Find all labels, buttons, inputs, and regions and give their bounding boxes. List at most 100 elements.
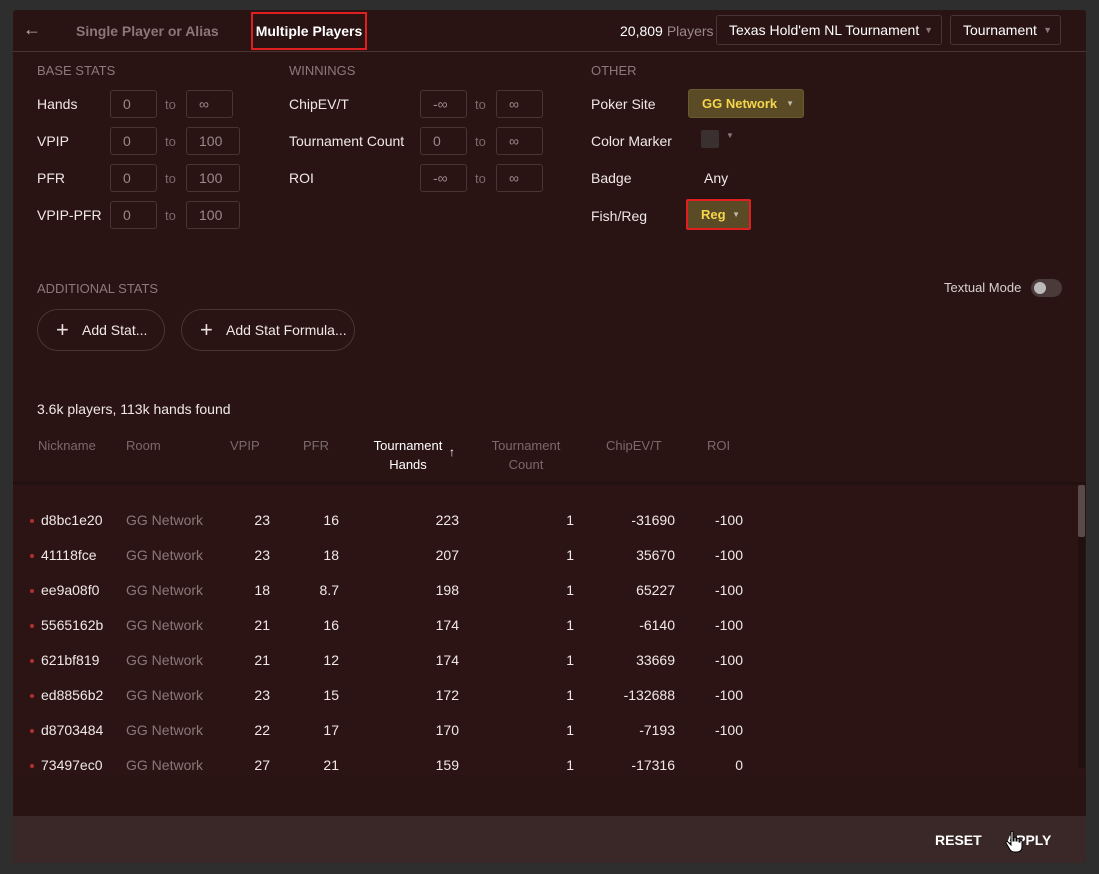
tournament-count-min-input[interactable]: 0 [420, 127, 467, 155]
chipev-cell: -7193 [639, 722, 675, 738]
badge-value[interactable]: Any [704, 170, 728, 186]
vpip-cell: 21 [254, 617, 270, 633]
scrollbar-thumb[interactable] [1078, 485, 1085, 537]
roi-max-input[interactable]: ∞ [496, 164, 543, 192]
pfr-max-input[interactable]: 100 [186, 164, 240, 192]
to-label: to [165, 97, 176, 112]
color-marker-swatch[interactable] [701, 130, 719, 148]
vpip-pfr-label: VPIP-PFR [37, 207, 102, 223]
poker-site-value: GG Network [702, 96, 778, 111]
chipev-label: ChipEV/T [289, 96, 349, 112]
base-stats-title: BASE STATS [37, 63, 116, 78]
tournament-hands-cell: 223 [435, 512, 459, 528]
table-row[interactable]: 41118fce GG Network 23 18 207 1 35670 -100 [13, 538, 1073, 573]
poker-site-label: Poker Site [591, 96, 656, 112]
col-vpip[interactable]: VPIP [230, 436, 260, 455]
status-dot [30, 589, 34, 593]
chevron-down-icon[interactable]: ▼ [726, 131, 734, 140]
pfr-cell: 18 [323, 547, 339, 563]
tab-single-player[interactable]: Single Player or Alias [76, 23, 219, 39]
players-count: 20,809 Players [620, 23, 714, 39]
game-type-value: Texas Hold'em NL Tournament [729, 22, 920, 38]
results-table: d8bc1e20 GG Network 23 16 223 1 -31690 -100 4111… [13, 485, 1086, 775]
vpip-pfr-min-input[interactable]: 0 [110, 201, 157, 229]
reset-button[interactable]: RESET [935, 832, 982, 848]
textual-mode-toggle[interactable] [1031, 279, 1062, 297]
vpip-min-input[interactable]: 0 [110, 127, 157, 155]
pfr-min-input[interactable]: 0 [110, 164, 157, 192]
room-cell: GG Network [126, 547, 204, 563]
col-roi[interactable]: ROI [707, 436, 730, 455]
add-stat-formula-button[interactable]: + Add Stat Formula... [181, 309, 355, 351]
room-cell: GG Network [126, 722, 204, 738]
roi-cell: -100 [714, 547, 743, 563]
room-cell: GG Network [126, 652, 204, 668]
chevron-down-icon: ▼ [924, 25, 933, 35]
pfr-cell: 15 [323, 687, 339, 703]
tournament-count-cell: 1 [566, 547, 574, 563]
room-cell: GG Network [126, 582, 204, 598]
game-type-dropdown[interactable]: Texas Hold'em NL Tournament ▼ [716, 15, 942, 45]
player-filter-panel: ← Single Player or Alias Multiple Player… [13, 10, 1086, 863]
chipev-max-input[interactable]: ∞ [496, 90, 543, 118]
chipev-cell: 35670 [636, 547, 675, 563]
chipev-min-input[interactable]: -∞ [420, 90, 467, 118]
tournament-count-cell: 1 [566, 757, 574, 773]
tournament-hands-cell: 174 [435, 617, 459, 633]
table-row[interactable]: d8703484 GG Network 22 17 170 1 -7193 -100 [13, 713, 1073, 748]
tournament-hands-cell: 159 [435, 757, 459, 773]
roi-cell: -100 [714, 652, 743, 668]
roi-cell: -100 [714, 512, 743, 528]
col-tournament-count-line2: Count [508, 457, 544, 472]
results-scrollbar[interactable] [1078, 485, 1085, 768]
roi-cell: -100 [714, 582, 743, 598]
status-dot [30, 764, 34, 768]
roi-cell: 0 [735, 757, 743, 773]
roi-cell: -100 [714, 617, 743, 633]
back-arrow-icon[interactable]: ← [23, 18, 45, 40]
tournament-count-max-input[interactable]: ∞ [496, 127, 543, 155]
vpip-cell: 23 [254, 547, 270, 563]
hands-max-input[interactable]: ∞ [186, 90, 233, 118]
mode-value: Tournament [963, 22, 1037, 38]
tournament-count-label: Tournament Count [289, 133, 405, 149]
add-stat-button[interactable]: + Add Stat... [37, 309, 165, 351]
hands-min-input[interactable]: 0 [110, 90, 157, 118]
chipev-cell: -132688 [623, 687, 675, 703]
table-row[interactable]: 73497ec0 GG Network 27 21 159 1 -17316 0 [13, 748, 1073, 783]
tournament-count-cell: 1 [566, 722, 574, 738]
chipev-cell: -31690 [631, 512, 675, 528]
mode-dropdown[interactable]: Tournament ▼ [950, 15, 1061, 45]
tournament-count-cell: 1 [566, 512, 574, 528]
table-row[interactable]: d8bc1e20 GG Network 23 16 223 1 -31690 -100 [13, 503, 1073, 538]
col-room[interactable]: Room [126, 436, 161, 455]
tournament-hands-cell: 170 [435, 722, 459, 738]
vpip-pfr-max-input[interactable]: 100 [186, 201, 240, 229]
sort-ascending-icon[interactable]: ↑ [449, 445, 455, 459]
col-tournament-count[interactable]: Tournament Count [486, 436, 566, 474]
additional-stats-title: ADDITIONAL STATS [37, 281, 159, 296]
room-cell: GG Network [126, 512, 204, 528]
tab-multiple-players[interactable]: Multiple Players [251, 12, 367, 50]
col-pfr[interactable]: PFR [303, 436, 329, 455]
vpip-max-input[interactable]: 100 [186, 127, 240, 155]
nickname-cell: 73497ec0 [41, 757, 103, 773]
roi-min-input[interactable]: -∞ [420, 164, 467, 192]
tournament-hands-cell: 207 [435, 547, 459, 563]
poker-site-dropdown[interactable]: GG Network ▼ [688, 89, 804, 118]
col-nickname[interactable]: Nickname [38, 436, 96, 455]
table-row[interactable]: 5565162b GG Network 21 16 174 1 -6140 -100 [13, 608, 1073, 643]
nickname-cell: ee9a08f0 [41, 582, 100, 598]
badge-label: Badge [591, 170, 632, 186]
pfr-cell: 21 [323, 757, 339, 773]
fish-reg-dropdown[interactable]: Reg ▼ [686, 199, 751, 230]
table-row[interactable]: ee9a08f0 GG Network 18 8.7 198 1 65227 -100 [13, 573, 1073, 608]
to-label: to [475, 171, 486, 186]
pfr-cell: 16 [323, 512, 339, 528]
col-chipev[interactable]: ChipEV/T [606, 436, 662, 455]
to-label: to [475, 97, 486, 112]
col-tournament-hands[interactable]: Tournament Hands [368, 436, 448, 474]
add-stat-label: Add Stat... [82, 322, 148, 338]
table-row[interactable]: ed8856b2 GG Network 23 15 172 1 -132688 -100 [13, 678, 1073, 713]
table-row[interactable]: 621bf819 GG Network 21 12 174 1 33669 -100 [13, 643, 1073, 678]
